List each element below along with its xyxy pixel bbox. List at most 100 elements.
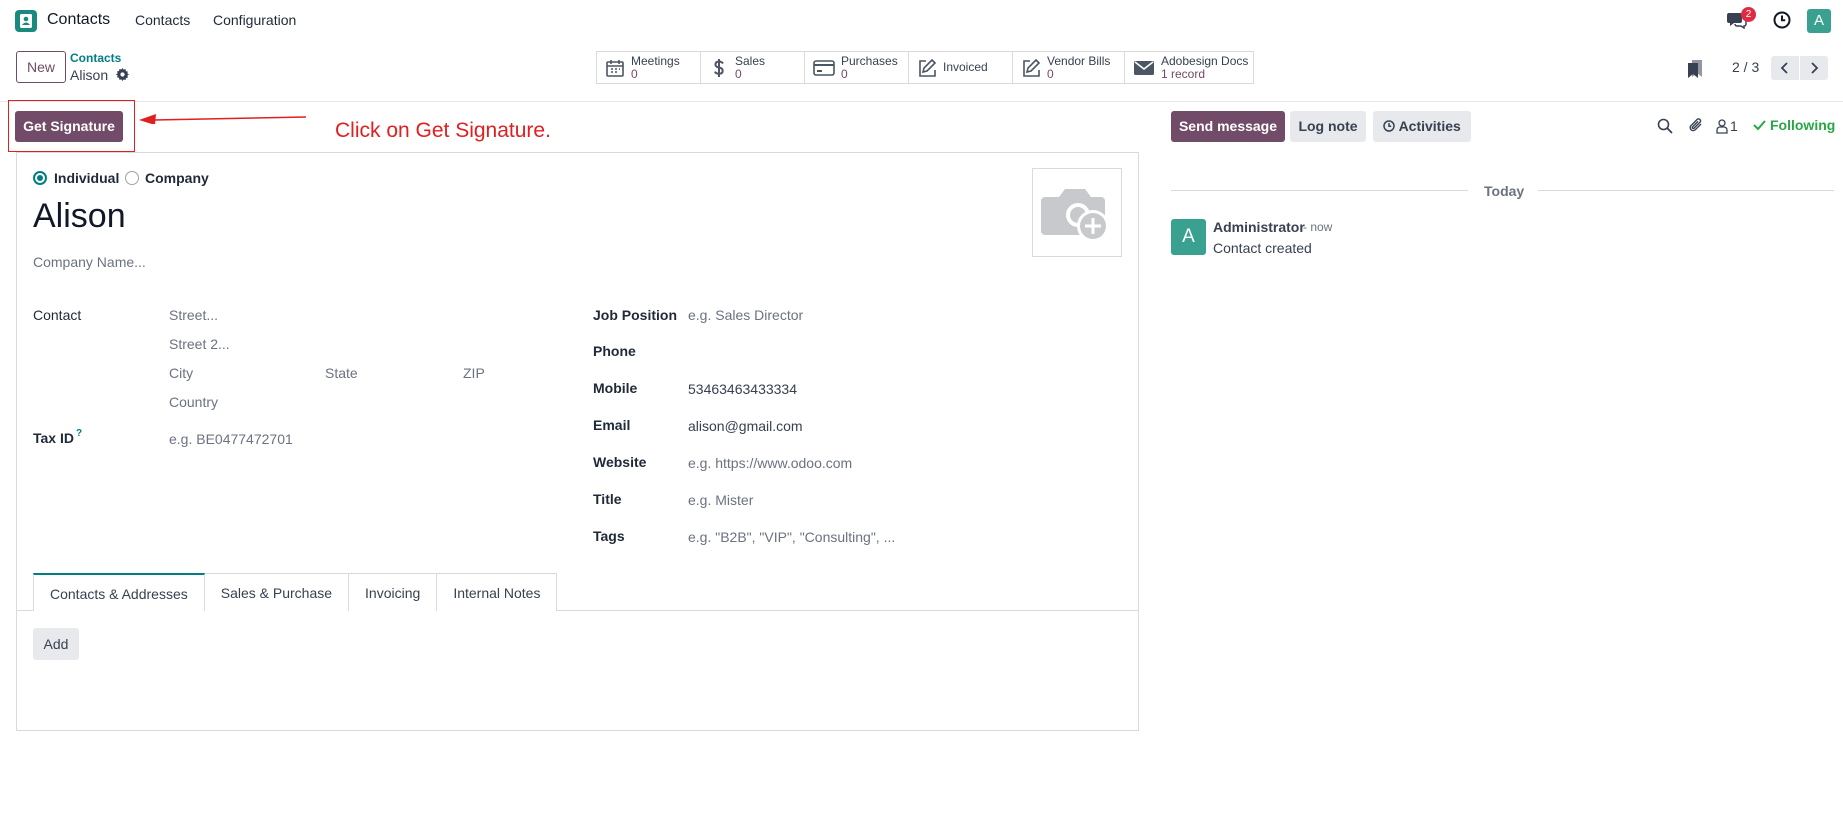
smart-button-purchases[interactable]: Purchases 0 (805, 52, 909, 83)
smart-value: 0 (735, 66, 742, 81)
contact-name-field[interactable]: Alison (33, 197, 126, 236)
mobile-label: Mobile (593, 380, 638, 396)
user-icon (1716, 118, 1728, 134)
notebook-tabs: Contacts & Addresses Sales & Purchase In… (33, 573, 558, 611)
credit-card-icon (813, 59, 835, 76)
contact-label: Contact (33, 307, 82, 323)
smart-label: Adobesign Docs (1161, 53, 1249, 68)
avatar-upload[interactable] (1032, 168, 1122, 257)
company-name-input[interactable]: Company Name... (33, 254, 146, 270)
top-navbar: Contacts Contacts Configuration 2 A (0, 0, 1843, 40)
smart-value: 0 (841, 66, 848, 81)
chat-badge: 2 (1741, 7, 1756, 22)
phone-input[interactable] (688, 341, 1108, 361)
pencil-square-icon (1023, 58, 1041, 77)
user-avatar[interactable]: A (1807, 9, 1831, 33)
followers-count: 1 (1730, 118, 1738, 134)
smart-button-vendor-bills[interactable]: Vendor Bills 0 (1013, 52, 1125, 83)
title-input[interactable]: e.g. Mister (688, 492, 753, 508)
tab-contacts-addresses[interactable]: Contacts & Addresses (33, 573, 205, 611)
phone-label: Phone (593, 343, 636, 359)
activity-clock-icon[interactable] (1773, 11, 1791, 29)
envelope-icon (1134, 60, 1154, 75)
tags-input[interactable]: e.g. "B2B", "VIP", "Consulting", ... (688, 529, 895, 545)
date-separator-line-right (1538, 190, 1834, 191)
menu-configuration[interactable]: Configuration (213, 12, 296, 28)
radio-individual-label[interactable]: Individual (54, 170, 119, 186)
menu-contacts[interactable]: Contacts (135, 12, 190, 28)
smart-buttons-bar: Meetings 0 Sales 0 Purchases 0 Invoiced Ven… (596, 51, 1254, 84)
smart-value: 0 (631, 66, 638, 81)
pencil-square-icon (919, 58, 937, 77)
zip-input[interactable]: ZIP (463, 365, 485, 381)
website-input[interactable]: e.g. https://www.odoo.com (688, 455, 852, 471)
message-body: Contact created (1213, 240, 1312, 256)
title-label: Title (593, 491, 622, 507)
city-input[interactable]: City (169, 365, 193, 381)
message-author[interactable]: Administrator (1213, 219, 1305, 235)
activities-label: Activities (1398, 118, 1461, 134)
add-contact-button[interactable]: Add (33, 628, 79, 660)
breadcrumb-current: Alison (70, 67, 109, 83)
smart-value: 0 (1047, 66, 1054, 81)
smart-label: Sales (735, 53, 766, 68)
check-icon (1753, 120, 1766, 131)
message-time: - now (1303, 220, 1333, 234)
tax-id-input[interactable]: e.g. BE0477472701 (169, 431, 293, 447)
pager-value[interactable]: 2 / 3 (1732, 59, 1759, 75)
tab-internal-notes[interactable]: Internal Notes (437, 573, 558, 611)
app-name[interactable]: Contacts (47, 11, 110, 29)
tax-id-label: Tax ID (33, 430, 74, 446)
smart-label: Purchases (841, 53, 898, 68)
tax-id-help-icon[interactable]: ? (76, 428, 82, 439)
job-position-label: Job Position (593, 307, 677, 323)
country-input[interactable]: Country (169, 394, 218, 410)
send-message-button[interactable]: Send message (1171, 111, 1285, 142)
smart-value: 1 record (1161, 66, 1206, 81)
bookmark-icon[interactable] (1687, 59, 1703, 79)
clock-icon (1383, 120, 1395, 132)
chevron-right-icon (1811, 62, 1819, 74)
date-separator-line-left (1171, 190, 1468, 191)
state-input[interactable]: State (325, 365, 358, 381)
smart-label: Vendor Bills (1047, 53, 1111, 68)
smart-button-invoiced[interactable]: Invoiced (909, 52, 1013, 83)
annotation-arrow (138, 110, 308, 124)
pager-previous-button[interactable] (1771, 56, 1799, 80)
calendar-icon (606, 59, 624, 77)
paperclip-icon[interactable] (1688, 117, 1704, 134)
smart-button-meetings[interactable]: Meetings 0 (597, 52, 701, 83)
mobile-input[interactable]: 53463463433334 (688, 381, 797, 397)
tab-sales-purchase[interactable]: Sales & Purchase (204, 573, 350, 611)
job-position-input[interactable]: e.g. Sales Director (688, 307, 803, 323)
activities-button[interactable]: Activities (1373, 111, 1471, 142)
email-input[interactable]: alison@gmail.com (688, 418, 803, 434)
tags-label: Tags (593, 528, 625, 544)
radio-company[interactable] (125, 171, 139, 185)
log-note-button[interactable]: Log note (1290, 111, 1366, 142)
contacts-app-icon[interactable] (15, 10, 37, 32)
followers-button[interactable]: 1 (1716, 117, 1738, 135)
smart-label: Meetings (631, 53, 680, 68)
gear-icon[interactable] (116, 68, 129, 81)
following-label: Following (1770, 117, 1836, 133)
search-icon[interactable] (1657, 118, 1673, 134)
new-button[interactable]: New (16, 51, 66, 83)
message-avatar[interactable]: A (1171, 219, 1206, 255)
radio-individual[interactable] (33, 171, 47, 185)
smart-label: Invoiced (943, 60, 988, 74)
smart-button-adobesign-docs[interactable]: Adobesign Docs 1 record (1125, 52, 1253, 83)
breadcrumb-parent[interactable]: Contacts (70, 51, 121, 65)
website-label: Website (593, 454, 647, 470)
pager-next-button[interactable] (1800, 56, 1828, 80)
street2-input[interactable]: Street 2... (169, 336, 230, 352)
tab-invoicing[interactable]: Invoicing (349, 573, 438, 611)
get-signature-button[interactable]: Get Signature (15, 111, 123, 142)
camera-plus-icon (1041, 189, 1109, 242)
email-label: Email (593, 417, 631, 433)
following-button[interactable]: Following (1753, 117, 1835, 133)
date-separator: Today (1484, 183, 1525, 199)
street-input[interactable]: Street... (169, 307, 218, 323)
smart-button-sales[interactable]: Sales 0 (701, 52, 805, 83)
radio-company-label[interactable]: Company (145, 170, 209, 186)
